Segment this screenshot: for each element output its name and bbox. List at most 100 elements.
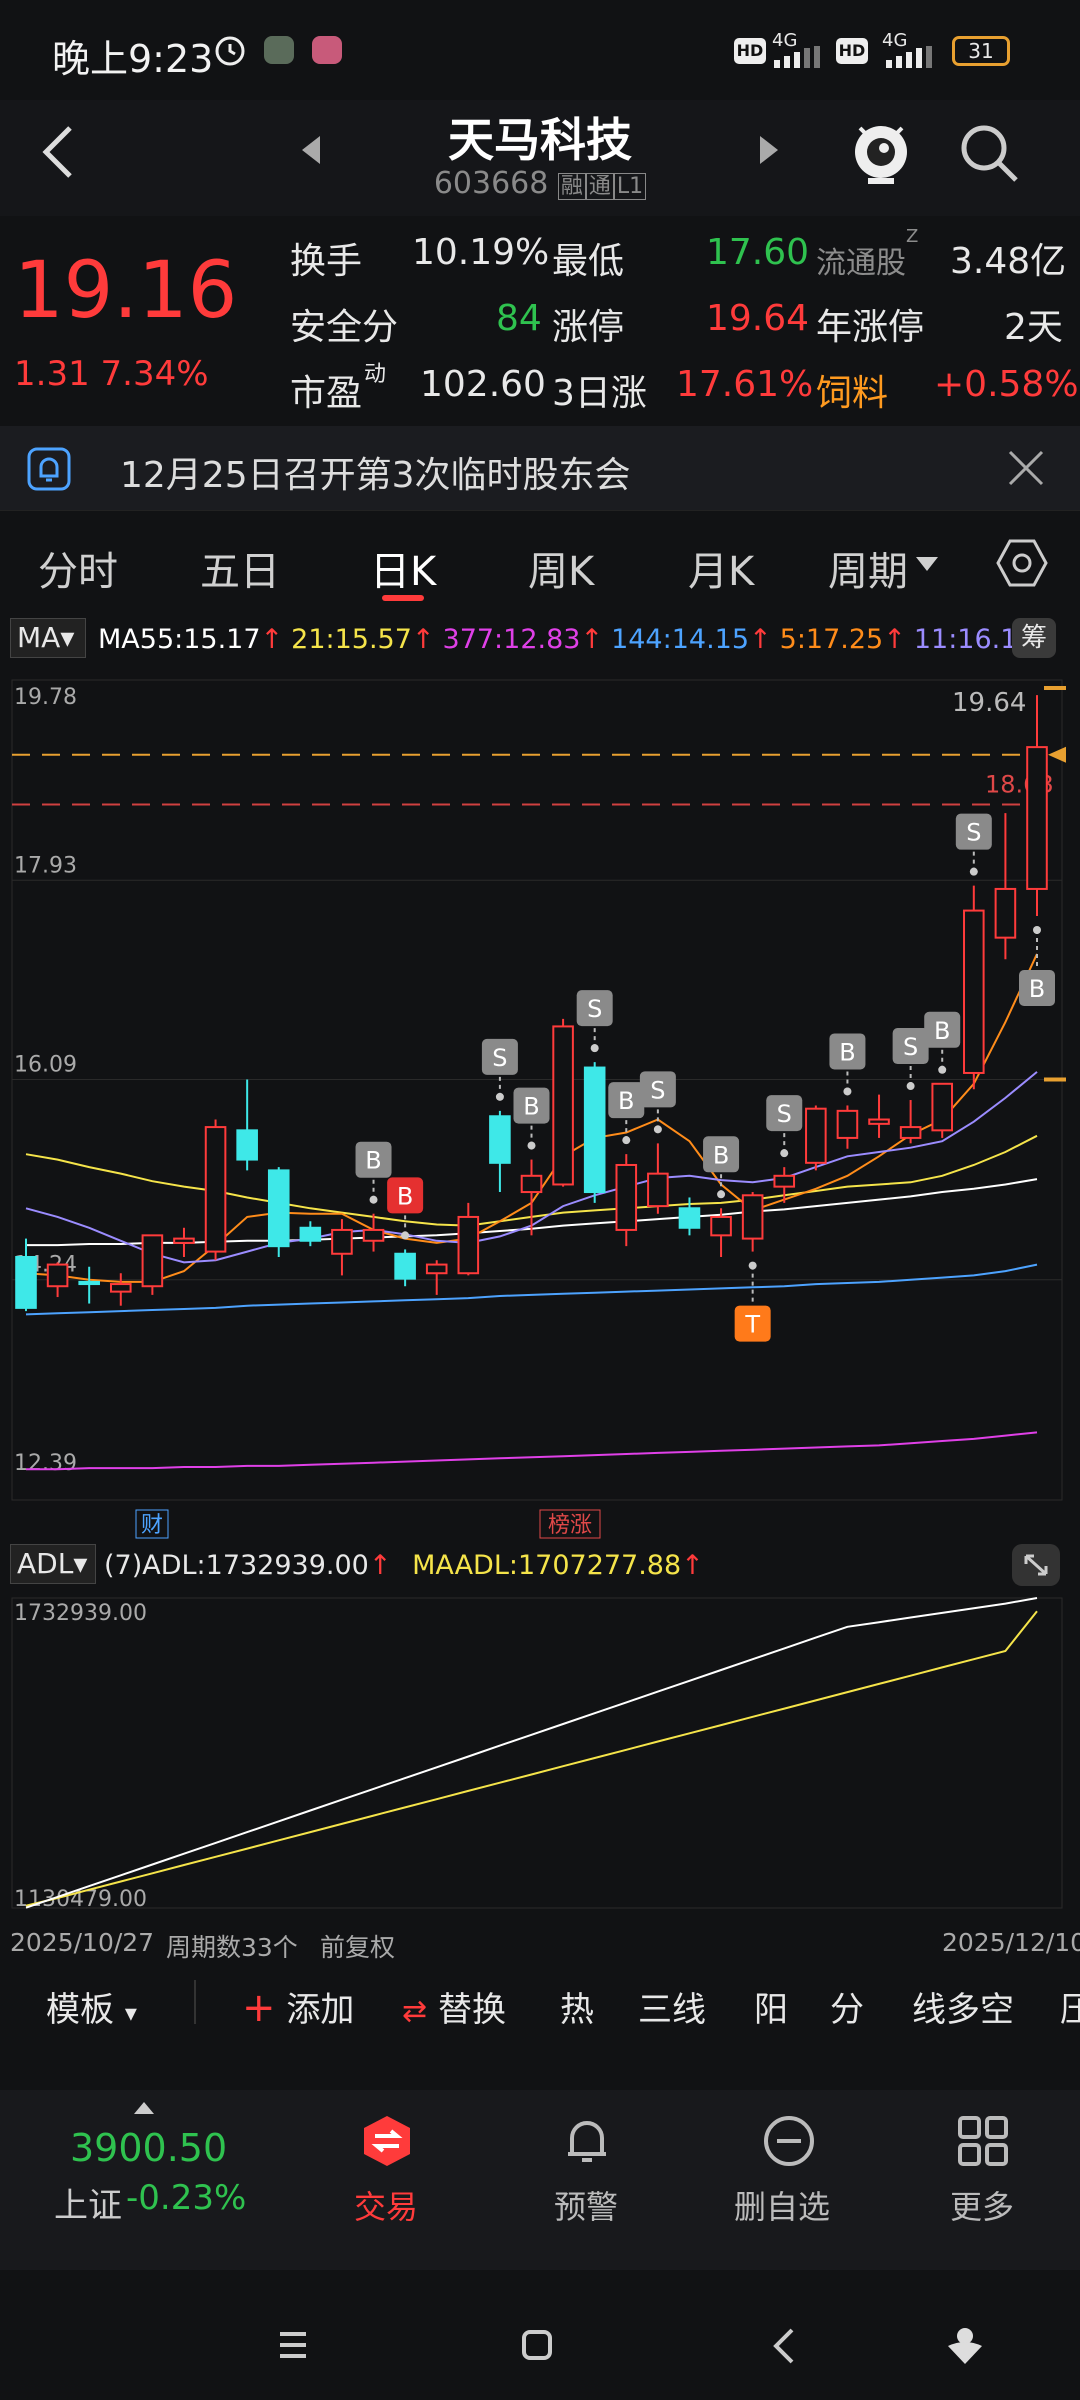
ma-values: MA55:15.17↑ 21:15.57↑ 377:12.83↑ 144:14.15↑… (98, 624, 1065, 655)
index-value[interactable]: 3900.50 (70, 2126, 227, 2170)
price-change: 1.31 7.34% (14, 354, 209, 394)
up-arrow-icon: ↑ (749, 624, 772, 655)
tab-weekly-k[interactable]: 周K (528, 539, 594, 597)
tool-line-long-short[interactable]: 线多空 (912, 1982, 1014, 2031)
quote-panel: 19.16 1.31 7.34% 换手 10.19% 最低 17.60 流通股 … (0, 216, 1080, 426)
float-shares-value: 3.48亿 (950, 241, 1067, 282)
candle-body (647, 1172, 669, 1208)
tab-daily-k[interactable]: 日K (370, 539, 436, 597)
three-day-label: 3日涨 (552, 373, 647, 414)
ma-legend-item: 21:15.57↑ (291, 624, 435, 655)
limit-up-label: 涨停 (552, 307, 625, 348)
notice-bar[interactable]: 12月25日召开第3次临时股东会 (0, 426, 1080, 510)
adjust-mode[interactable]: 前复权 (320, 1928, 395, 1964)
candle-body (331, 1228, 353, 1255)
candle-body (615, 1163, 638, 1231)
turnover-value: 10.19% (412, 232, 550, 273)
home-icon[interactable] (520, 2328, 554, 2362)
nav-alert[interactable]: 预警 (526, 2114, 646, 2254)
nav-remove-watch[interactable]: 删自选 (720, 2114, 860, 2254)
signal-dot (843, 1087, 852, 1096)
connect-tag: 通 (585, 173, 614, 200)
signal-label: S (650, 1076, 665, 1104)
three-day-value: 17.61% (676, 364, 814, 405)
template-button[interactable]: 模板 ▾ (46, 1982, 137, 2031)
sector-label[interactable]: 饲料 (816, 364, 888, 416)
pe-value: 102.60 (420, 364, 546, 405)
tool-yang[interactable]: 阳 (754, 1982, 788, 2031)
signal-label: B (839, 1038, 855, 1066)
settings-hex-icon[interactable] (996, 537, 1048, 589)
adl-legend: (7)ADL:1732939.00↑ MAADL:1707277.88↑ (104, 1550, 704, 1581)
wechat-icon (264, 36, 294, 64)
ranking-tag-label: 榜涨 (548, 1513, 592, 1538)
robot-assistant-icon[interactable] (848, 112, 914, 188)
low-label: 最低 (552, 241, 625, 282)
alarm-icon (215, 36, 245, 66)
yearly-limit-label: 年涨停 (816, 307, 925, 348)
candle-body (899, 1126, 922, 1139)
nav-remove-watch-label: 删自选 (734, 2188, 831, 2226)
tab-intraday[interactable]: 分时 (38, 539, 118, 597)
replace-button[interactable]: ⇄ 替换 (402, 1982, 506, 2031)
chevron-down-icon (916, 557, 938, 571)
signal-icon (774, 46, 820, 68)
signal-dot (401, 1231, 410, 1240)
tool-hot[interactable]: 热 (560, 1982, 594, 2031)
pe-sup: 动 (364, 362, 387, 387)
indicator-selector[interactable]: MA▾ (10, 618, 86, 658)
tab-monthly-k[interactable]: 月K (688, 539, 754, 597)
add-button[interactable]: + 添加 (242, 1982, 354, 2031)
adl-line (25, 1597, 1038, 1909)
tool-three-line[interactable]: 三线 (638, 1982, 706, 2031)
sub-indicator-selector[interactable]: ADL▾ (10, 1544, 96, 1584)
nav-trade[interactable]: 交易 (326, 2114, 446, 2254)
signal-label: S (903, 1033, 918, 1061)
candle-body (425, 1263, 448, 1275)
signal-dot (495, 1092, 504, 1101)
margin-tag: 融 (557, 173, 586, 200)
bell-icon (568, 2121, 606, 2162)
signal-label: S (777, 1100, 792, 1128)
plus-icon: + (242, 1985, 276, 2031)
tool-pressure[interactable]: 压 (1060, 1982, 1080, 2031)
signal-label: B (523, 1093, 539, 1121)
signal-dot (748, 1261, 757, 1270)
back-nav-icon[interactable] (768, 2326, 798, 2366)
last-price: 19.16 (14, 246, 238, 336)
signal-label: B (934, 1017, 950, 1045)
signal-dot (969, 867, 978, 876)
adl-chart[interactable]: ADL▾ (7)ADL:1732939.00↑ MAADL:1707277.88… (0, 1540, 1080, 1962)
candle-body (173, 1237, 195, 1244)
assistant-icon[interactable] (946, 2324, 984, 2366)
candle-body (15, 1255, 37, 1309)
bell-notice-icon (27, 447, 71, 491)
next-stock-icon[interactable] (754, 130, 784, 170)
tab-period[interactable]: 周期 (828, 539, 908, 597)
candle-body (994, 887, 1017, 939)
replace-label: 替换 (437, 1990, 506, 2030)
kline-chart[interactable]: 19.78 17.93 16.09 14.24 12.39 18.63 19.64 B B S B S… (0, 660, 1080, 1540)
low-value: 17.60 (706, 232, 810, 273)
signal-dot (369, 1195, 378, 1204)
candle-body (552, 1025, 574, 1186)
notice-text: 12月25日召开第3次临时股东会 (120, 455, 631, 496)
nav-more[interactable]: 更多 (922, 2114, 1042, 2254)
candle-body (710, 1215, 732, 1237)
menu-icon[interactable] (276, 2330, 310, 2360)
tab-five-day[interactable]: 五日 (200, 539, 280, 597)
battery-icon: 31 (952, 36, 1010, 66)
ma-line-ma144 (25, 1263, 1038, 1316)
ma-legend-item: 144:14.15↑ (611, 624, 772, 655)
ma-legend: MA▾ MA55:15.17↑ 21:15.57↑ 377:12.83↑ 144:14… (0, 614, 1080, 664)
period-count: 周期数33个 (166, 1933, 298, 1962)
expand-icon[interactable] (1012, 1544, 1060, 1586)
date-start: 2025/10/27 (10, 1928, 155, 1957)
search-icon[interactable] (956, 120, 1022, 186)
chips-button[interactable]: 筹 (1012, 618, 1056, 658)
close-icon[interactable] (1006, 448, 1046, 488)
candle-body (457, 1215, 480, 1275)
add-label: 添加 (286, 1990, 355, 2030)
indicator-name: MA (17, 621, 61, 654)
tool-fen[interactable]: 分 (830, 1982, 864, 2031)
